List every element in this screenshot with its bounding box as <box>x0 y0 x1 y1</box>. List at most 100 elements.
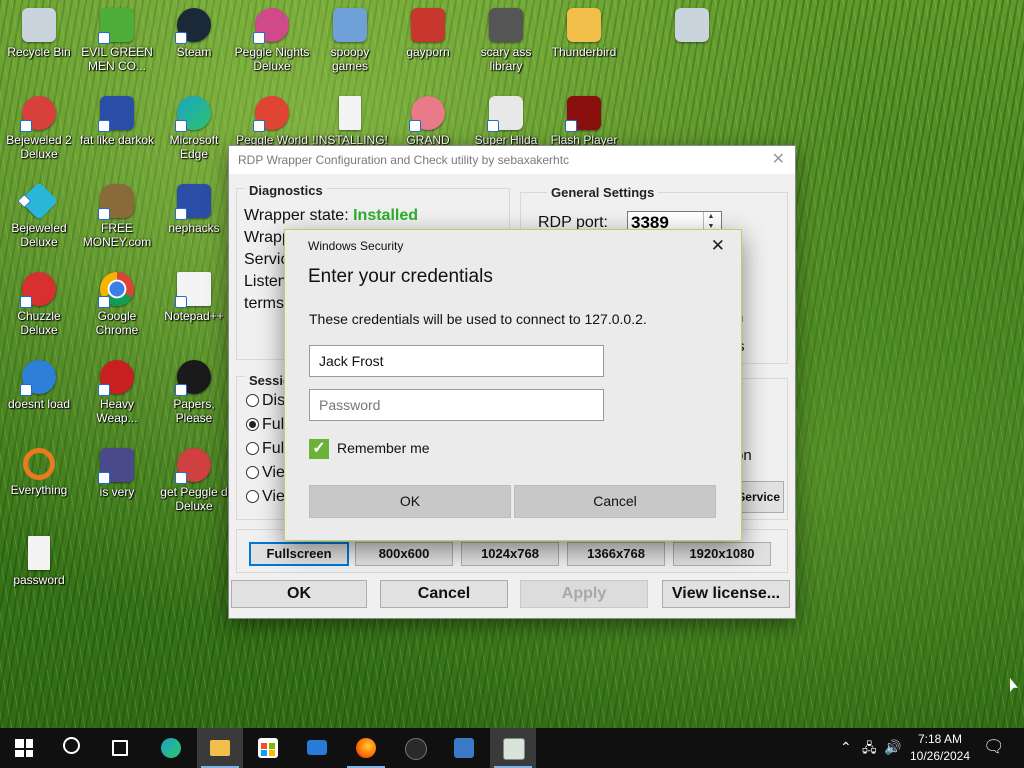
desktop-icon-fat-like-darkok[interactable]: fat like darkok <box>78 96 156 147</box>
notifications-icon[interactable]: 🗨 <box>983 737 1005 757</box>
rdp-window-title: RDP Wrapper Configuration and Check util… <box>238 153 570 167</box>
folder-windows-icon <box>567 8 601 42</box>
desktop-icon-is-very[interactable]: is very <box>78 448 156 499</box>
notepadpp-icon <box>175 272 211 308</box>
username-field[interactable]: Jack Frost <box>309 345 604 377</box>
close-icon[interactable]: ✕ <box>772 146 785 174</box>
recycle-bin-icon <box>675 8 709 42</box>
rdp-config-icon <box>503 738 525 760</box>
desktop-icon-papers-please[interactable]: Papers, Please <box>155 360 233 425</box>
general-settings-title: General Settings <box>547 185 659 200</box>
desktop-icon-recycle-bin-2[interactable] <box>653 8 731 45</box>
mugen3-icon <box>98 448 134 484</box>
wrapper-state-row: Wrapper state: Installed <box>244 207 418 225</box>
wrapper-state-label: Wrapper state: <box>244 207 349 224</box>
desktop-icon-nephacks[interactable]: nephacks <box>155 184 233 235</box>
session-option-1: Dis <box>262 392 286 409</box>
desktop-icon-label: nephacks <box>168 221 220 235</box>
password-field[interactable]: Password <box>309 389 604 421</box>
remember-me-checkbox[interactable]: ✓ <box>309 439 329 459</box>
desktop-icon-spoopy-games[interactable]: spoopy games <box>311 8 389 73</box>
desktop-icon-recycle-bin[interactable]: Recycle Bin <box>0 8 78 59</box>
rdp-ok-button[interactable]: OK <box>231 580 367 608</box>
desktop-icon-bejeweled[interactable]: Bejeweled Deluxe <box>0 181 78 249</box>
file-explorer-icon <box>210 740 230 756</box>
resolution-1366x768-button[interactable]: 1366x768 <box>567 542 665 566</box>
anime-girl-icon <box>409 96 445 132</box>
taskbar-edge[interactable] <box>148 728 194 768</box>
taskbar-mail[interactable] <box>294 728 340 768</box>
desktop-icon-get-peggle-deluxe[interactable]: get Peggle d Deluxe <box>155 448 233 513</box>
taskbar-file-explorer[interactable] <box>197 728 243 768</box>
diag-line-listener: Listen <box>244 273 287 290</box>
task-view-icon <box>112 740 128 756</box>
desktop-icon-microsoft-edge[interactable]: Microsoft Edge <box>155 96 233 161</box>
resolution-fullscreen-button[interactable]: Fullscreen <box>249 542 349 566</box>
credentials-ok-button[interactable]: OK <box>309 485 511 518</box>
credentials-cancel-button[interactable]: Cancel <box>514 485 716 518</box>
desktop-icon-label: gayporn <box>406 45 450 59</box>
close-icon[interactable]: ✕ <box>711 236 725 256</box>
desktop-icon-steam[interactable]: Steam <box>155 8 233 59</box>
flash-player-icon <box>565 96 601 132</box>
desktop-icon-label: Recycle Bin <box>7 45 71 59</box>
desktop-icon-label: get Peggle d Deluxe <box>160 485 228 513</box>
taskbar-remote-desktop[interactable] <box>441 728 487 768</box>
desktop-icon-flash-player[interactable]: Flash Player <box>545 96 623 147</box>
desktop-icon-label: scary ass library <box>480 45 532 73</box>
rdp-title-bar[interactable]: RDP Wrapper Configuration and Check util… <box>229 146 795 174</box>
task-view-button[interactable] <box>96 728 142 768</box>
desktop-icon-scary-ass-library[interactable]: scary ass library <box>467 8 545 73</box>
edge-icon <box>175 96 211 132</box>
desktop-icon-gayporn[interactable]: gayporn <box>389 8 467 59</box>
resolution-1920x1080-button[interactable]: 1920x1080 <box>673 542 771 566</box>
steam-icon <box>175 8 211 44</box>
session-radio-3[interactable] <box>246 442 259 455</box>
rdp-cancel-button[interactable]: Cancel <box>380 580 508 608</box>
desktop-icon-heavy-weapon[interactable]: Heavy Weap... <box>78 360 156 425</box>
desktop-icon-thunderbird[interactable]: Thunderbird <box>545 8 623 59</box>
desktop-icon-peggle-world[interactable]: Peggle World <box>233 96 311 147</box>
desktop-icon-bejeweled2[interactable]: Bejeweled 2 Deluxe <box>0 96 78 161</box>
desktop-icon-installing[interactable]: !INSTALLING! <box>311 96 389 147</box>
session-radio-2[interactable] <box>246 418 259 431</box>
desktop-icon-free-money[interactable]: FREE MONEY.com <box>78 184 156 249</box>
network-icon[interactable]: 🖧 <box>862 739 877 761</box>
resolution-800x600-button[interactable]: 800x600 <box>355 542 453 566</box>
session-radio-5[interactable] <box>246 490 259 503</box>
desktop-icon-label: EVIL GREEN MEN CO... <box>81 45 153 73</box>
volume-icon[interactable]: 🔊 <box>884 739 901 756</box>
desktop-icon-evil-green-men[interactable]: EVIL GREEN MEN CO... <box>78 8 156 73</box>
remember-me-label[interactable]: Remember me <box>337 440 430 456</box>
show-hidden-icons-icon[interactable]: ⌃ <box>840 739 852 756</box>
session-radio-1[interactable] <box>246 394 259 407</box>
search-icon <box>63 737 80 754</box>
taskbar-rdp-config[interactable] <box>490 728 536 768</box>
taskbar-firefox[interactable] <box>343 728 389 768</box>
taskbar-terminal[interactable] <box>392 728 438 768</box>
view-license-button[interactable]: View license... <box>662 580 790 608</box>
desktop-icon-google-chrome[interactable]: Google Chrome <box>78 272 156 337</box>
desktop-icon-super-hilda[interactable]: Super Hilda <box>467 96 545 147</box>
desktop-icon-password[interactable]: password <box>0 536 78 587</box>
clock-date: 10/26/2024 <box>909 749 971 763</box>
desktop-icon-doesnt-load[interactable]: doesnt load <box>0 360 78 411</box>
desktop-icon-peggle-nights[interactable]: Peggle Nights Deluxe <box>233 8 311 73</box>
papers-please-icon <box>175 360 211 396</box>
wrapper-state-value: Installed <box>353 207 418 224</box>
desktop-icon-label: spoopy games <box>330 45 370 73</box>
desktop-icon-label: Peggle Nights Deluxe <box>234 45 310 73</box>
desktop-icon-grand[interactable]: GRAND <box>389 96 467 147</box>
desktop-icon-chuzzle[interactable]: Chuzzle Deluxe <box>0 272 78 337</box>
folder-computers-icon <box>333 8 367 42</box>
taskbar-clock[interactable]: 7:18 AM 10/26/2024 <box>905 731 975 765</box>
resolution-1024x768-button[interactable]: 1024x768 <box>461 542 559 566</box>
taskbar-store[interactable] <box>245 728 291 768</box>
terminal-icon <box>405 738 427 760</box>
mail-icon <box>307 740 327 755</box>
desktop-icon-notepadpp[interactable]: Notepad++ <box>155 272 233 323</box>
session-radio-4[interactable] <box>246 466 259 479</box>
start-button[interactable] <box>0 728 46 768</box>
taskbar-search-button[interactable] <box>48 728 94 768</box>
desktop-icon-everything[interactable]: Everything <box>0 448 78 497</box>
